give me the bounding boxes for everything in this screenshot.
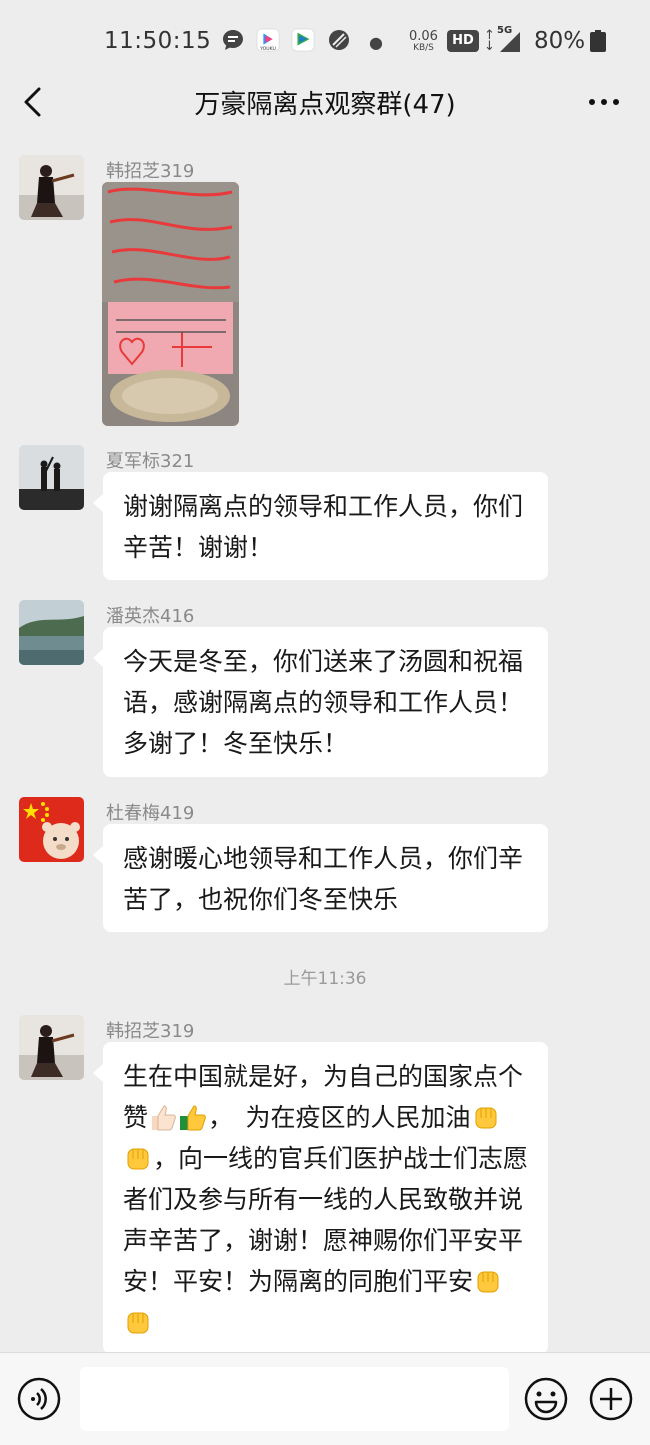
- status-bar: 11:50:15 YOUKU ● 0.06 KB/S HD ↑ ↓ 5G 80%: [0, 0, 650, 82]
- sender-name: 杜春梅419: [106, 803, 195, 824]
- more-options-icon[interactable]: [586, 88, 622, 116]
- network-speed: 0.06 KB/S: [409, 29, 438, 53]
- thumbs-up-light-emoji-icon: [152, 1105, 176, 1131]
- data-arrows-icon: ↑ ↓: [484, 28, 495, 54]
- battery-percent: 80%: [534, 28, 586, 54]
- input-bar: [0, 1352, 650, 1445]
- message-bubble[interactable]: 生在中国就是好，为自己的国家点个赞， 为在疫区的人民加油，向一线的官兵们医护战士…: [93, 1042, 548, 1354]
- status-time: 11:50:15: [104, 28, 212, 54]
- sender-name: 潘英杰416: [106, 606, 195, 627]
- avatar[interactable]: [19, 1015, 84, 1080]
- fist-emoji-icon: [475, 1107, 497, 1129]
- shared-photo[interactable]: [102, 182, 239, 426]
- message-bubble[interactable]: 感谢暖心地领导和工作人员，你们辛苦了，也祝你们冬至快乐: [93, 824, 548, 932]
- video-app-icon: [291, 28, 315, 52]
- chat-header: 万豪隔离点观察群(47): [0, 82, 650, 126]
- voice-input-icon[interactable]: [17, 1377, 61, 1421]
- svg-text:YOUKU: YOUKU: [259, 46, 276, 52]
- thumbs-up-emoji-icon: [180, 1105, 206, 1131]
- hd-badge: HD: [447, 30, 479, 52]
- add-icon[interactable]: [589, 1377, 633, 1421]
- emoji-icon[interactable]: [524, 1377, 568, 1421]
- avatar[interactable]: [19, 600, 84, 665]
- time-divider: 上午11:36: [283, 969, 367, 989]
- fist-emoji-icon: [127, 1148, 149, 1170]
- fist-emoji-icon: [477, 1271, 499, 1293]
- chat-title: 万豪隔离点观察群(47): [194, 90, 456, 120]
- sender-name: 夏军标321: [106, 451, 195, 472]
- fist-emoji-icon: [127, 1312, 149, 1334]
- avatar[interactable]: [19, 155, 84, 220]
- sender-name: 韩招芝319: [106, 161, 195, 182]
- message-bubble[interactable]: 今天是冬至，你们送来了汤圆和祝福语，感谢隔离点的领导和工作人员！多谢了！冬至快乐…: [93, 627, 548, 777]
- battery-icon: [590, 30, 606, 52]
- message-input[interactable]: [80, 1367, 509, 1431]
- message-bubble[interactable]: 谢谢隔离点的领导和工作人员，你们辛苦！谢谢！: [93, 472, 548, 580]
- message-text: ，向一线的官兵们医护战士们志愿者们及参与所有一线的人民致敬并说声辛苦了，谢谢！愿…: [123, 1144, 529, 1296]
- message-icon: [223, 30, 243, 50]
- sender-name: 韩招芝319: [106, 1021, 195, 1042]
- dot-icon: ●: [369, 33, 383, 52]
- avatar[interactable]: [19, 797, 84, 862]
- message-text: ， 为在疫区的人民加油: [208, 1103, 471, 1132]
- network-type: 5G: [497, 25, 513, 36]
- no-disturb-icon: [329, 30, 349, 50]
- avatar[interactable]: [19, 445, 84, 510]
- youku-app-icon: YOUKU: [256, 28, 280, 52]
